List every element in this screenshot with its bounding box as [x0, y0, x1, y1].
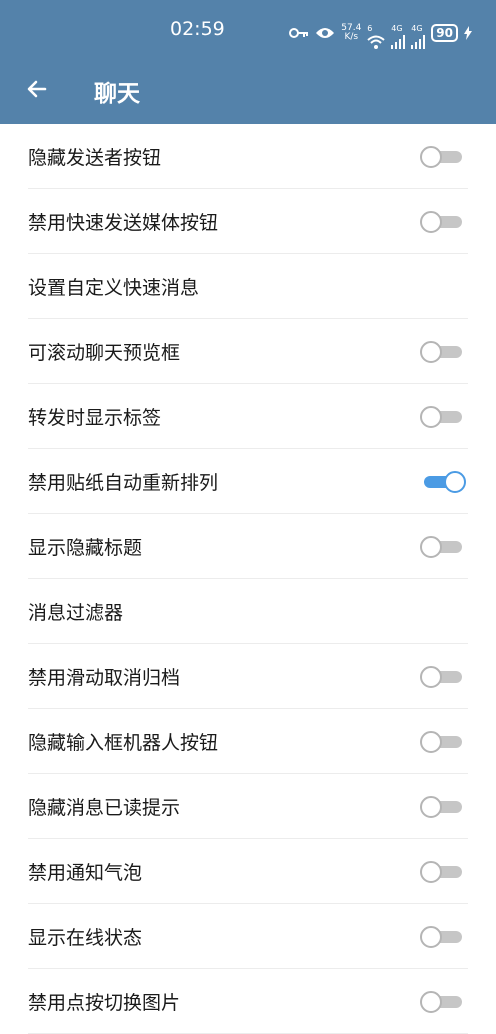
toggle-switch[interactable]: [420, 405, 466, 428]
app-bar: 聊天: [0, 58, 496, 124]
settings-row[interactable]: 消息过滤器: [0, 579, 496, 644]
settings-row-label: 显示在线状态: [28, 927, 143, 949]
settings-list: 隐藏发送者按钮禁用快速发送媒体按钮 设置自定义快速消息 可滚动聊天预览框 转发时显示标…: [0, 124, 496, 1034]
toggle-switch[interactable]: [420, 730, 466, 753]
toggle-switch[interactable]: [420, 795, 466, 818]
settings-row[interactable]: 禁用点按切换图片: [0, 969, 496, 1034]
settings-row[interactable]: 禁用滑动取消归档: [0, 644, 496, 709]
wifi-label: 6: [367, 24, 373, 33]
settings-row-label: 消息过滤器: [28, 602, 124, 624]
toggle-switch[interactable]: [420, 990, 466, 1013]
settings-row[interactable]: 显示在线状态: [0, 904, 496, 969]
toggle-switch[interactable]: [420, 340, 466, 363]
settings-row-label: 显示隐藏标题: [28, 537, 143, 559]
toggle-switch[interactable]: [420, 535, 466, 558]
toggle-switch[interactable]: [420, 925, 466, 948]
signal-icon-2: 4G: [411, 16, 426, 49]
toggle-thumb: [420, 535, 442, 558]
settings-row-label: 禁用快速发送媒体按钮: [28, 212, 219, 234]
status-time: 02:59: [170, 18, 225, 40]
toggle-thumb: [444, 470, 466, 493]
settings-row[interactable]: 可滚动聊天预览框: [0, 319, 496, 384]
toggle-switch[interactable]: [420, 665, 466, 688]
settings-row[interactable]: 禁用快速发送媒体按钮: [0, 189, 496, 254]
settings-row-label: 隐藏发送者按钮: [28, 147, 162, 169]
settings-row-label: 禁用通知气泡: [28, 862, 143, 884]
settings-row[interactable]: 设置自定义快速消息: [0, 254, 496, 319]
toggle-thumb: [420, 795, 442, 818]
toggle-switch[interactable]: [420, 210, 466, 233]
settings-row[interactable]: 显示隐藏标题: [0, 514, 496, 579]
settings-row[interactable]: 隐藏发送者按钮: [0, 124, 496, 189]
settings-row-label: 设置自定义快速消息: [28, 277, 200, 299]
battery-indicator: 90: [431, 23, 458, 42]
signal-icon-1: 4G: [391, 16, 406, 49]
toggle-thumb: [420, 990, 442, 1013]
settings-row[interactable]: 转发时显示标签: [0, 384, 496, 449]
toggle-switch[interactable]: [420, 145, 466, 168]
settings-row-label: 转发时显示标签: [28, 407, 162, 429]
header: 02:59 57.4 K/s 6 4G 4G 90 聊天: [0, 0, 496, 124]
toggle-thumb: [420, 860, 442, 883]
page-title: 聊天: [94, 81, 140, 107]
charging-icon: [464, 25, 472, 40]
settings-row-label: 可滚动聊天预览框: [28, 342, 181, 364]
settings-row[interactable]: 禁用通知气泡: [0, 839, 496, 904]
toggle-thumb: [420, 925, 442, 948]
settings-row-label: 隐藏输入框机器人按钮: [28, 732, 219, 754]
wifi-icon: 6: [367, 16, 385, 49]
back-button[interactable]: [20, 74, 54, 108]
eye-icon: [315, 26, 335, 40]
toggle-switch[interactable]: [420, 860, 466, 883]
status-icons: 57.4 K/s 6 4G 4G 90: [289, 16, 472, 49]
toggle-thumb: [420, 730, 442, 753]
toggle-thumb: [420, 665, 442, 688]
status-bar: 02:59 57.4 K/s 6 4G 4G 90: [0, 0, 496, 58]
settings-row-label: 禁用点按切换图片: [28, 992, 181, 1014]
settings-row[interactable]: 隐藏输入框机器人按钮: [0, 709, 496, 774]
toggle-thumb: [420, 210, 442, 233]
key-icon: [289, 27, 309, 39]
toggle-thumb: [420, 340, 442, 363]
net-speed: 57.4 K/s: [341, 22, 362, 42]
toggle-switch[interactable]: [420, 470, 466, 493]
settings-row-label: 隐藏消息已读提示: [28, 797, 181, 819]
settings-row-label: 禁用贴纸自动重新排列: [28, 472, 219, 494]
toggle-thumb: [420, 405, 442, 428]
settings-row-label: 禁用滑动取消归档: [28, 667, 181, 689]
arrow-left-icon: [25, 77, 49, 105]
toggle-thumb: [420, 145, 442, 168]
settings-row[interactable]: 隐藏消息已读提示: [0, 774, 496, 839]
settings-row[interactable]: 禁用贴纸自动重新排列: [0, 449, 496, 514]
